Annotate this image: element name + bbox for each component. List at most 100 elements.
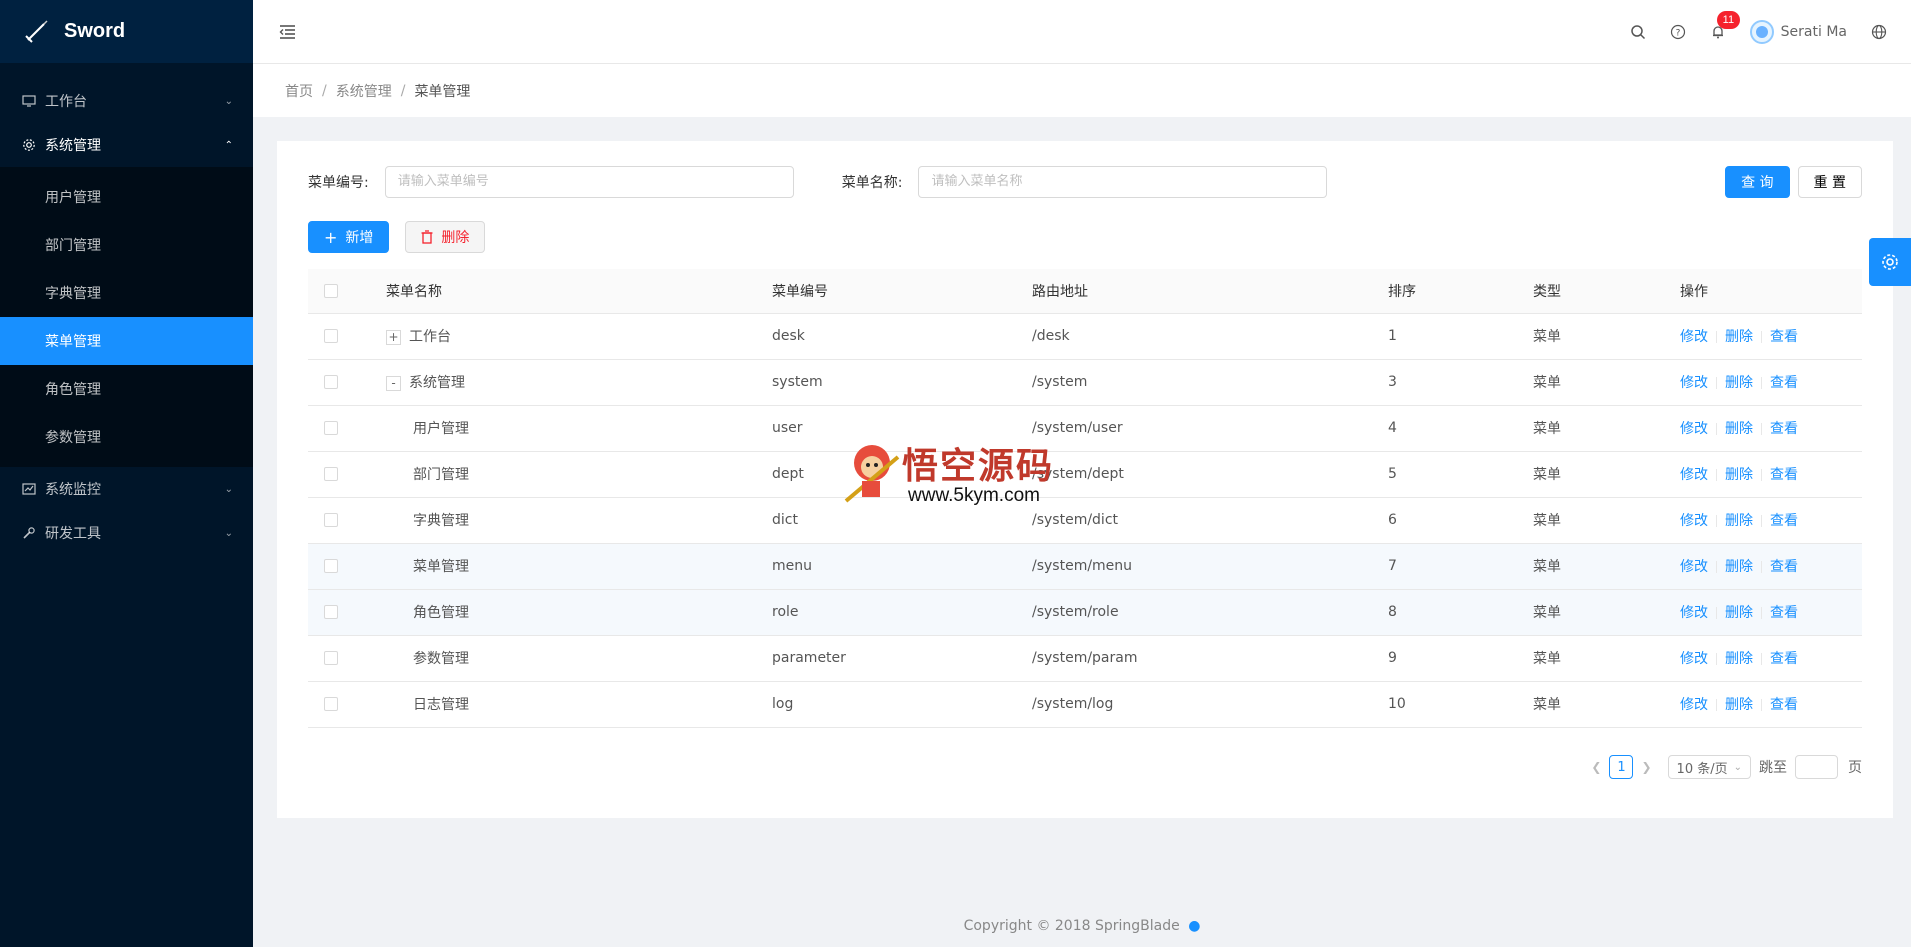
- menu-fold-icon[interactable]: [277, 22, 297, 42]
- sidebar-item-roles[interactable]: 角色管理: [0, 365, 253, 413]
- edit-link[interactable]: 修改: [1680, 467, 1708, 483]
- sidebar-item-users[interactable]: 用户管理: [0, 173, 253, 221]
- row-checkbox[interactable]: [324, 605, 338, 619]
- next-page-icon[interactable]: ❯: [1641, 760, 1651, 774]
- edit-link[interactable]: 修改: [1680, 559, 1708, 575]
- table-row[interactable]: 字典管理 dict/system/dict 6 菜单 修改 删除 查看: [308, 497, 1862, 544]
- help-icon[interactable]: ?: [1669, 23, 1687, 41]
- delete-link[interactable]: 删除: [1725, 421, 1753, 437]
- delete-link[interactable]: 删除: [1725, 513, 1753, 529]
- edit-link[interactable]: 修改: [1680, 329, 1708, 345]
- view-link[interactable]: 查看: [1770, 559, 1798, 575]
- row-checkbox[interactable]: [324, 375, 338, 389]
- breadcrumb-home[interactable]: 首页: [285, 81, 313, 101]
- search-form: 菜单编号: 菜单名称: 查 询 重 置: [308, 165, 1862, 198]
- sidebar-item-devtools[interactable]: 研发工具 ⌄: [0, 511, 253, 555]
- sidebar-item-label: 系统管理: [45, 138, 101, 154]
- menu-name-input[interactable]: [918, 165, 1328, 198]
- row-checkbox[interactable]: [324, 513, 338, 527]
- view-link[interactable]: 查看: [1770, 329, 1798, 345]
- expand-toggle-icon[interactable]: +: [386, 329, 401, 345]
- edit-link[interactable]: 修改: [1680, 421, 1708, 437]
- sidebar-item-menus[interactable]: 菜单管理: [0, 317, 253, 365]
- bell-icon[interactable]: 11: [1709, 10, 1741, 41]
- footer: Copyright © 2018 SpringBlade ●: [253, 918, 1911, 934]
- view-link[interactable]: 查看: [1770, 421, 1798, 437]
- globe-icon[interactable]: [1870, 23, 1888, 41]
- col-header-type[interactable]: 类型: [1517, 269, 1664, 314]
- edit-link[interactable]: 修改: [1680, 513, 1708, 529]
- sidebar-item-departments[interactable]: 部门管理: [0, 221, 253, 269]
- delete-link[interactable]: 删除: [1725, 605, 1753, 621]
- col-header-name[interactable]: 菜单名称: [370, 269, 756, 314]
- view-link[interactable]: 查看: [1770, 513, 1798, 529]
- avatar: [1749, 19, 1774, 44]
- cell-ops: 修改 删除 查看: [1664, 359, 1862, 406]
- sidebar-item-monitor[interactable]: 系统监控 ⌄: [0, 467, 253, 511]
- edit-link[interactable]: 修改: [1680, 375, 1708, 391]
- query-button[interactable]: 查 询: [1725, 165, 1790, 198]
- table-row[interactable]: 用户管理 user/system/user 4 菜单 修改 删除 查看: [308, 405, 1862, 452]
- jump-page-input[interactable]: [1795, 755, 1838, 779]
- row-checkbox[interactable]: [324, 697, 338, 711]
- view-link[interactable]: 查看: [1770, 651, 1798, 667]
- table-row[interactable]: 参数管理 parameter/system/param 9 菜单 修改 删除 查看: [308, 635, 1862, 682]
- row-checkbox[interactable]: [324, 329, 338, 343]
- view-link[interactable]: 查看: [1770, 605, 1798, 621]
- menu-code-input[interactable]: [384, 165, 794, 198]
- user-menu[interactable]: Serati Ma: [1749, 19, 1847, 44]
- delete-button[interactable]: 删除: [405, 221, 486, 253]
- search-icon[interactable]: [1629, 23, 1647, 41]
- sidebar-item-parameters[interactable]: 参数管理: [0, 413, 253, 461]
- view-link[interactable]: 查看: [1770, 697, 1798, 713]
- view-link[interactable]: 查看: [1770, 375, 1798, 391]
- page-number[interactable]: 1: [1609, 755, 1634, 779]
- view-link[interactable]: 查看: [1770, 467, 1798, 483]
- sidebar-item-label: 工作台: [45, 94, 87, 110]
- row-checkbox[interactable]: [324, 651, 338, 665]
- col-header-path[interactable]: 路由地址: [1016, 269, 1372, 314]
- edit-link[interactable]: 修改: [1680, 605, 1708, 621]
- table-row[interactable]: 日志管理 log/system/log 10 菜单 修改 删除 查看: [308, 681, 1862, 728]
- watermark-title: 悟空源码: [902, 445, 1055, 487]
- col-header-sort[interactable]: 排序: [1372, 269, 1517, 314]
- col-header-code[interactable]: 菜单编号: [756, 269, 1016, 314]
- delete-link[interactable]: 删除: [1725, 697, 1753, 713]
- sidebar-item-dictionary[interactable]: 字典管理: [0, 269, 253, 317]
- table-row[interactable]: + 工作台 desk/desk 1 菜单 修改 删除 查看: [308, 313, 1862, 360]
- page-size-select[interactable]: 10 条/页 ⌄: [1667, 755, 1751, 779]
- cell-type: 菜单: [1517, 359, 1664, 406]
- reset-button[interactable]: 重 置: [1797, 165, 1862, 198]
- row-checkbox[interactable]: [324, 467, 338, 481]
- cell-code: parameter: [756, 635, 1016, 682]
- row-checkbox[interactable]: [324, 559, 338, 573]
- delete-link[interactable]: 删除: [1725, 329, 1753, 345]
- monkey-king-logo: [844, 445, 900, 503]
- delete-link[interactable]: 删除: [1725, 375, 1753, 391]
- cell-type: 菜单: [1517, 451, 1664, 498]
- delete-link[interactable]: 删除: [1725, 467, 1753, 483]
- delete-link[interactable]: 删除: [1725, 559, 1753, 575]
- gear-icon: [22, 138, 36, 152]
- sidebar-item-system[interactable]: 系统管理 ⌃: [0, 123, 253, 167]
- table-row[interactable]: 角色管理 role/system/role 8 菜单 修改 删除 查看: [308, 589, 1862, 636]
- add-button[interactable]: + 新增: [308, 221, 390, 253]
- expand-toggle-icon[interactable]: -: [386, 375, 401, 391]
- sidebar-item-workbench[interactable]: 工作台 ⌄: [0, 79, 253, 123]
- cell-path: /system/param: [1016, 635, 1372, 682]
- select-all-checkbox[interactable]: [324, 283, 338, 298]
- edit-link[interactable]: 修改: [1680, 651, 1708, 667]
- breadcrumb-parent[interactable]: 系统管理: [336, 81, 392, 101]
- table-row[interactable]: 菜单管理 menu/system/menu 7 菜单 修改 删除 查看: [308, 543, 1862, 590]
- cell-type: 菜单: [1517, 681, 1664, 728]
- row-checkbox[interactable]: [324, 421, 338, 435]
- table-row[interactable]: - 系统管理 system/system 3 菜单 修改 删除 查看: [308, 359, 1862, 406]
- github-icon[interactable]: ●: [1188, 918, 1200, 934]
- logo[interactable]: Sword: [0, 0, 253, 63]
- settings-drawer-button[interactable]: [1869, 238, 1911, 286]
- table-row[interactable]: 部门管理 dept/system/dept 5 菜单 修改 删除 查看: [308, 451, 1862, 498]
- edit-link[interactable]: 修改: [1680, 697, 1708, 713]
- delete-link[interactable]: 删除: [1725, 651, 1753, 667]
- breadcrumb-separator: /: [322, 82, 327, 99]
- prev-page-icon[interactable]: ❮: [1591, 760, 1601, 774]
